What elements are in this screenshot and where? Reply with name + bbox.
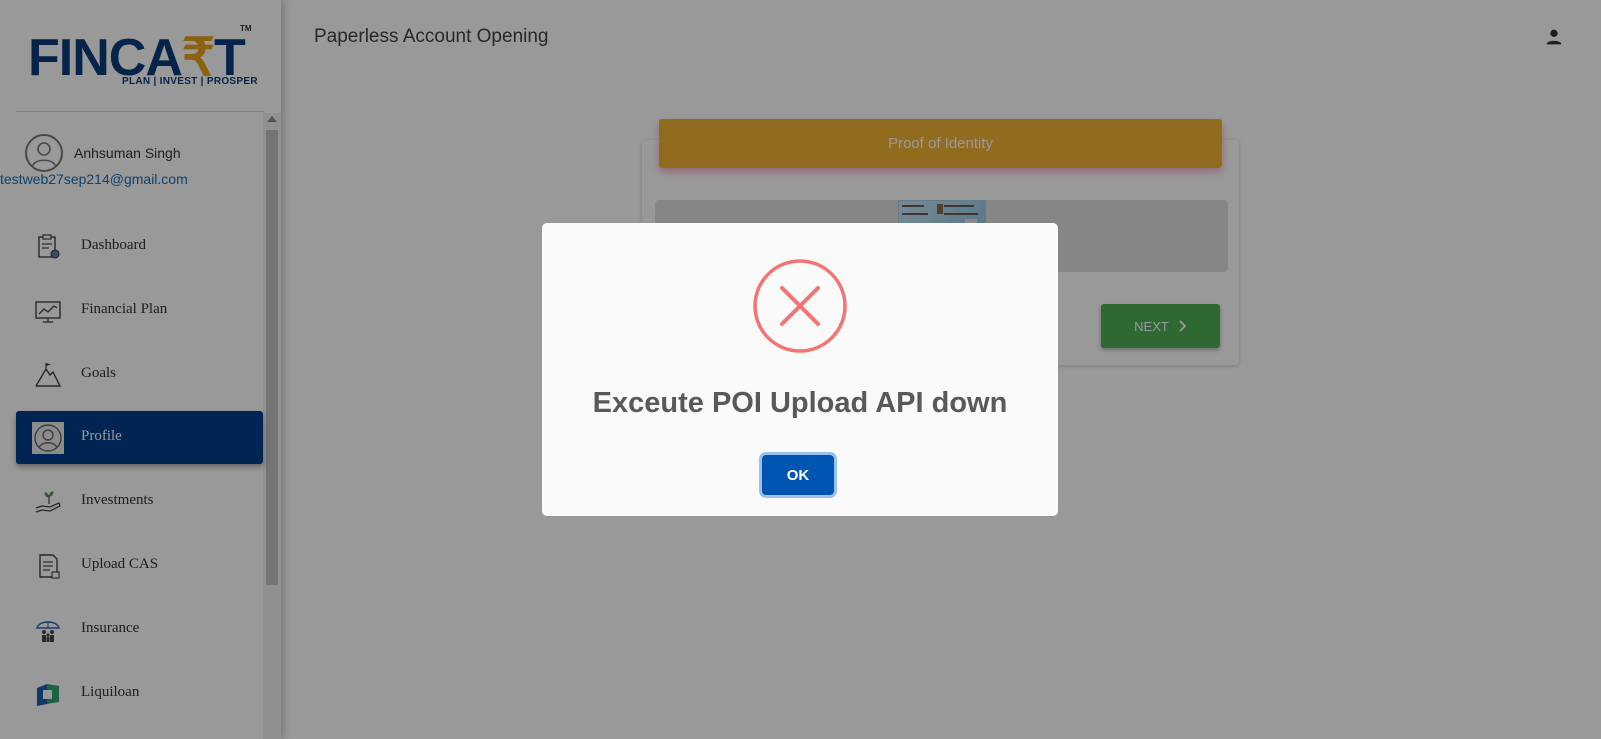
ok-button[interactable]: OK (762, 455, 834, 495)
dialog-message: Exceute POI Upload API down (592, 387, 1008, 419)
error-x-icon (753, 259, 847, 353)
error-dialog: Exceute POI Upload API down OK (542, 223, 1058, 516)
